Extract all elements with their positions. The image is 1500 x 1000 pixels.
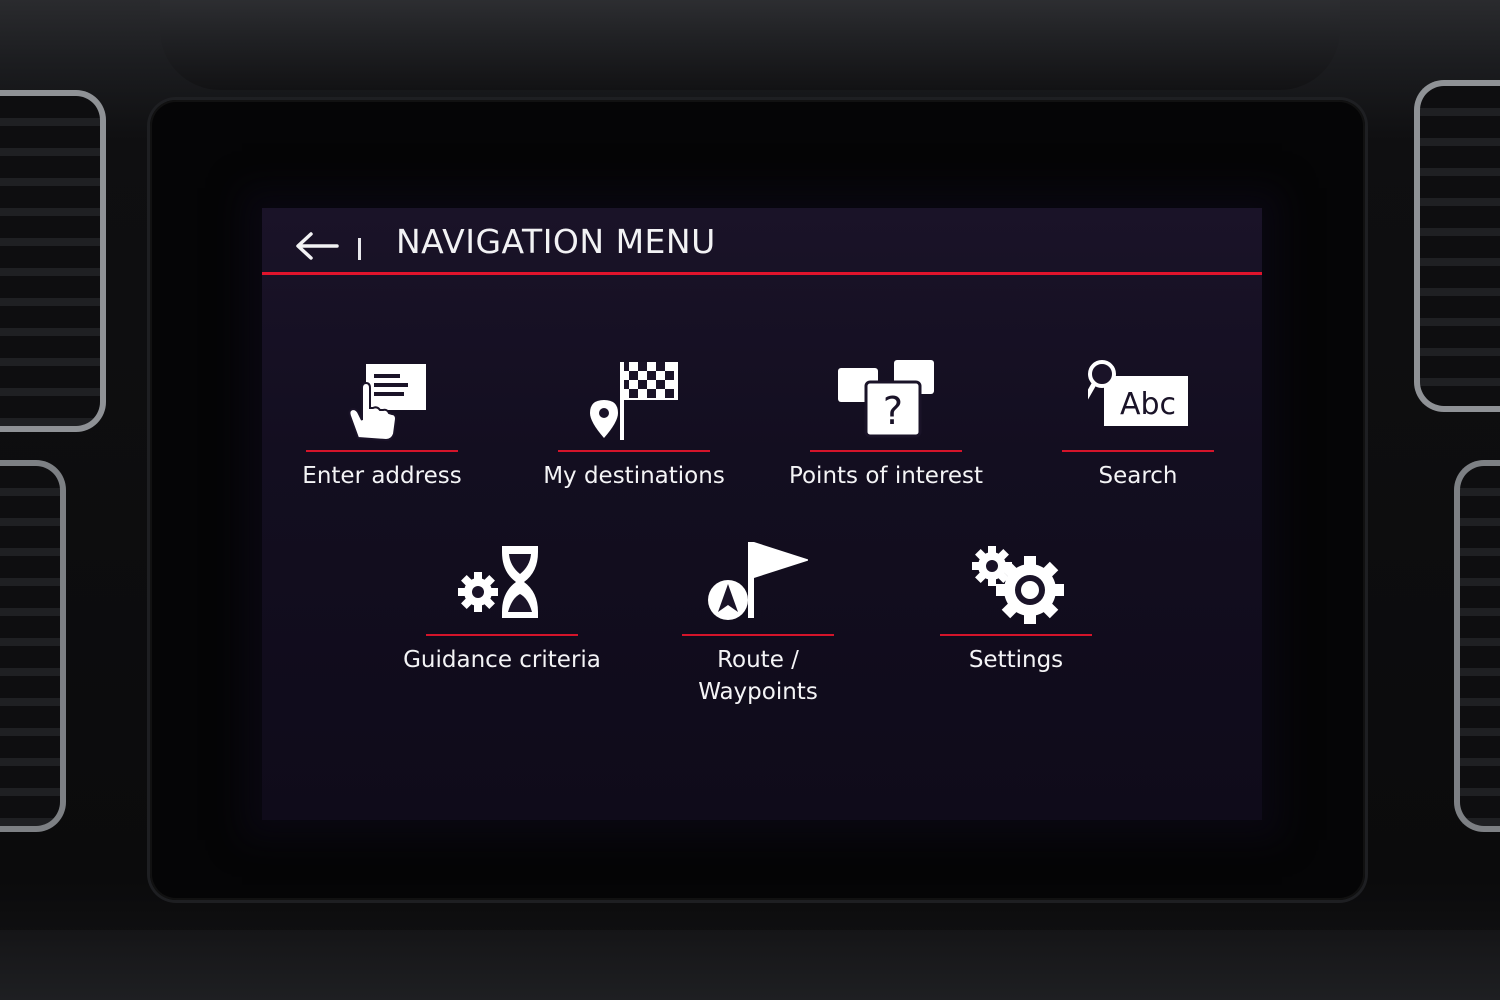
search-button[interactable]: Abc Search: [1038, 358, 1238, 518]
tile-label: Points of interest: [788, 463, 984, 489]
page-title: NAVIGATION MENU: [396, 222, 716, 261]
left-air-vent-lower: [0, 460, 66, 832]
tile-underline: [426, 634, 578, 636]
tile-underline: [558, 450, 710, 452]
tile-label: My destinations: [543, 463, 725, 489]
svg-text:?: ?: [883, 389, 903, 433]
route-waypoints-button[interactable]: Route / Waypoints: [658, 542, 858, 705]
tile-label: Search: [1098, 463, 1178, 489]
tile-underline: [1062, 450, 1214, 452]
tile-underline: [810, 450, 962, 452]
tile-underline: [682, 634, 834, 636]
magnifier-abc-icon: Abc: [1088, 360, 1188, 426]
right-air-vent-lower: [1454, 460, 1500, 832]
header-accent-line: [262, 272, 1262, 275]
enter-address-button[interactable]: Enter address: [282, 358, 482, 518]
route-flag-icon: [708, 542, 808, 620]
gears-icon: [972, 546, 1064, 624]
tile-label: Guidance criteria: [403, 647, 601, 673]
dashboard-top-trim: [160, 0, 1340, 90]
tile-label: Enter address: [302, 463, 462, 489]
my-destinations-button[interactable]: My destinations: [534, 358, 734, 518]
tile-label: Settings: [968, 647, 1064, 673]
back-button[interactable]: [288, 226, 344, 266]
header-separator: [358, 238, 361, 260]
dashboard-bottom-strip: [0, 930, 1500, 1000]
header-bar: NAVIGATION MENU: [262, 208, 1262, 280]
car-dashboard: NAVIGATION MENU Enter address My destina…: [0, 0, 1500, 1000]
question-cards-icon: ?: [838, 360, 934, 438]
points-of-interest-button[interactable]: ? Points of interest: [786, 358, 986, 518]
svg-text:Abc: Abc: [1120, 387, 1176, 422]
gear-hourglass-icon: [458, 546, 538, 618]
hand-envelope-icon: [348, 364, 426, 442]
tile-underline: [306, 450, 458, 452]
tile-underline: [940, 634, 1092, 636]
infotainment-screen: NAVIGATION MENU Enter address My destina…: [262, 208, 1262, 820]
checkered-flag-pin-icon: [590, 362, 678, 440]
settings-button[interactable]: Settings: [916, 542, 1116, 702]
left-air-vent-upper: [0, 90, 106, 432]
tile-label: Route / Waypoints: [698, 647, 818, 705]
right-air-vent-upper: [1414, 80, 1500, 412]
arrow-left-icon: [296, 232, 339, 260]
guidance-criteria-button[interactable]: Guidance criteria: [402, 542, 602, 702]
